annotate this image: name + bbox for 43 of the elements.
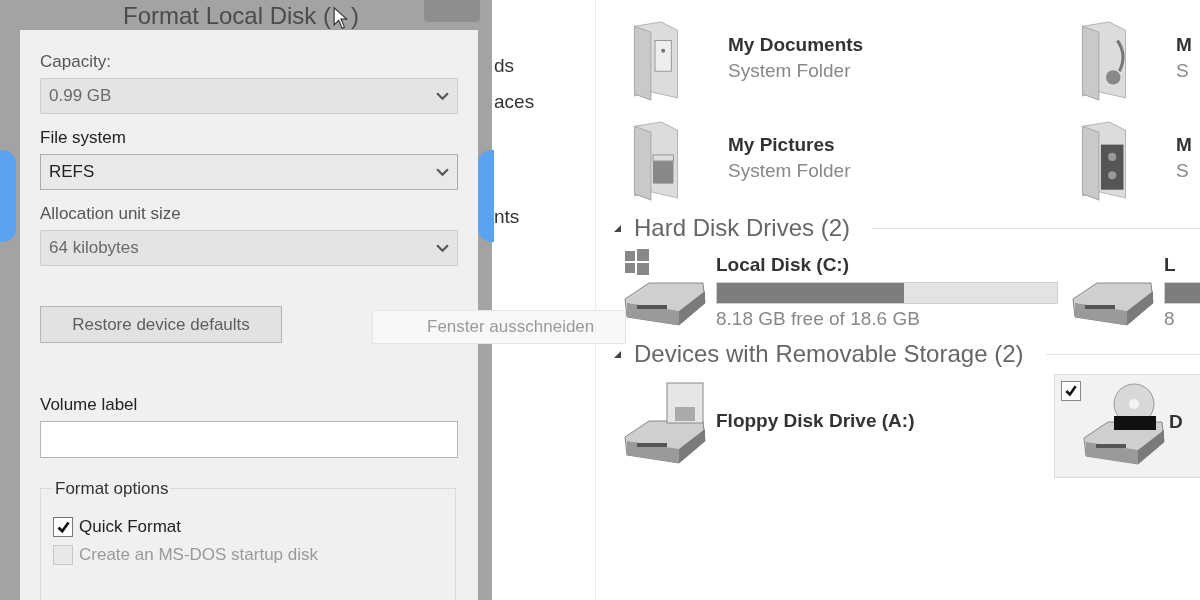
- drive-icon: [1072, 282, 1154, 326]
- folder-type: System Folder: [728, 60, 851, 82]
- field-label: Capacity:: [40, 52, 111, 72]
- mouse-pointer-icon: [333, 6, 349, 30]
- drive-icon: [624, 248, 706, 326]
- drive-name[interactable]: L: [1164, 254, 1176, 276]
- folder-name[interactable]: M: [1176, 134, 1192, 156]
- drive-name[interactable]: D: [1169, 411, 1183, 433]
- drive-name[interactable]: Local Disk (C:): [716, 254, 850, 276]
- field-label: Volume label: [40, 395, 138, 415]
- collapse-arrow-icon[interactable]: [612, 349, 622, 359]
- folder-name[interactable]: My Documents: [728, 34, 864, 56]
- window-title: Format Local Disk (: [122, 2, 331, 30]
- drive-icon: [624, 382, 706, 464]
- group-title: Format options: [53, 479, 171, 499]
- drive-name[interactable]: Floppy Disk Drive (A:): [716, 410, 915, 432]
- collapse-arrow-icon[interactable]: [612, 223, 622, 233]
- tooltip: Fenster ausschneiden: [372, 310, 626, 344]
- group-heading[interactable]: Devices with Removable Storage (2): [634, 340, 1024, 368]
- navigation-item[interactable]: aces: [494, 91, 535, 113]
- dropdown[interactable]: REFS: [40, 154, 458, 190]
- selected-drive-tile[interactable]: D: [1054, 374, 1200, 478]
- navigation-item[interactable]: ds: [494, 55, 515, 77]
- checkbox[interactable]: [1061, 381, 1081, 401]
- free-space-text: 8: [1164, 308, 1175, 330]
- chevron-down-icon: [436, 91, 449, 101]
- folder-type: S: [1176, 160, 1189, 182]
- folder-type: System Folder: [728, 160, 851, 182]
- field-label: Allocation unit size: [40, 204, 181, 224]
- group-heading[interactable]: Hard Disk Drives (2): [634, 214, 851, 242]
- chevron-down-icon: [436, 167, 449, 177]
- free-space-text: 8.18 GB free of 18.6 GB: [716, 308, 920, 330]
- navigation-item[interactable]: nts: [494, 206, 520, 228]
- checkbox-label[interactable]: Quick Format: [79, 517, 182, 537]
- window-title: ): [351, 2, 359, 30]
- volume-label-field[interactable]: [40, 421, 458, 458]
- folder-type: S: [1176, 60, 1189, 82]
- folder-name[interactable]: My Pictures: [728, 134, 835, 156]
- chevron-down-icon: [436, 243, 449, 253]
- checkbox[interactable]: [53, 517, 73, 537]
- drive-icon: [1083, 383, 1165, 465]
- field-label: File system: [40, 128, 126, 148]
- folder-name[interactable]: M: [1176, 34, 1192, 56]
